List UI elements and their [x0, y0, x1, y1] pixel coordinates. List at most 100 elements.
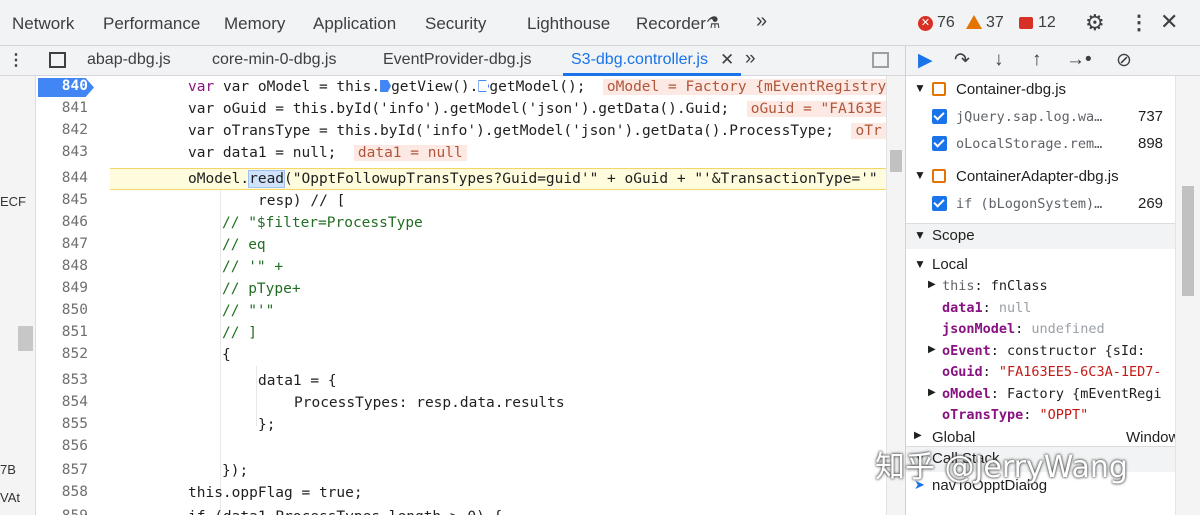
- code-line-847[interactable]: // eq: [222, 234, 266, 256]
- scope-variable[interactable]: jsonModel: undefined: [906, 318, 1181, 339]
- line-number[interactable]: 854: [38, 394, 88, 410]
- more-files-icon[interactable]: »: [745, 48, 756, 70]
- line-number[interactable]: 841: [38, 100, 88, 116]
- step-icon[interactable]: →•: [1066, 49, 1092, 71]
- expand-arrow-icon[interactable]: ▼: [914, 168, 926, 182]
- collapse-arrow-icon[interactable]: ▼: [914, 228, 926, 242]
- breakpoint-inline-icon[interactable]: [380, 80, 392, 92]
- code-line-841[interactable]: var oGuid = this.byId('info').getModel('…: [188, 98, 886, 120]
- line-number[interactable]: 858: [38, 484, 88, 500]
- line-number[interactable]: 851: [38, 324, 88, 340]
- settings-gear-icon[interactable]: ⚙: [1085, 10, 1105, 36]
- expand-arrow-icon[interactable]: ▶: [928, 279, 936, 290]
- code-line-845[interactable]: resp) // [: [258, 190, 345, 212]
- file-tab-eventprovider[interactable]: EventProvider-dbg.js: [383, 51, 532, 69]
- file-tab-abap[interactable]: abap-dbg.js: [87, 51, 171, 69]
- scope-variable[interactable]: ▶ oEvent: constructor {sId:: [906, 340, 1181, 361]
- line-number[interactable]: 859: [38, 508, 88, 515]
- tab-performance[interactable]: Performance: [103, 14, 200, 34]
- more-options-icon[interactable]: ⋮: [1129, 10, 1149, 35]
- code-line-849[interactable]: // pType+: [222, 278, 301, 300]
- breakpoint-inline-icon[interactable]: [478, 80, 490, 92]
- scope-variable[interactable]: data1: null: [906, 297, 1181, 318]
- scope-section-header[interactable]: ▼ Scope: [906, 223, 1181, 249]
- code-line-846[interactable]: // "$filter=ProcessType: [222, 212, 423, 234]
- breakpoint-checkbox[interactable]: [932, 136, 947, 151]
- scope-variable[interactable]: ▶ oModel: Factory {mEventRegi: [906, 383, 1181, 404]
- code-line-858[interactable]: this.oppFlag = true;: [188, 482, 363, 504]
- expand-arrow-icon[interactable]: ▶: [914, 430, 922, 441]
- code-line-852[interactable]: {: [222, 344, 231, 366]
- scope-variable[interactable]: ▶ this: fnClass: [906, 275, 1181, 296]
- tab-memory[interactable]: Memory: [224, 14, 285, 34]
- code-line-840[interactable]: var var oModel = this. getView(). getModel…: [188, 76, 905, 98]
- tab-recorder[interactable]: Recorder: [636, 14, 706, 34]
- deactivate-breakpoints-icon[interactable]: ⊘: [1116, 49, 1132, 72]
- file-tab-core-min[interactable]: core-min-0-dbg.js: [212, 51, 336, 69]
- step-over-icon[interactable]: ↷: [954, 49, 970, 72]
- toggle-navigator-icon[interactable]: [49, 52, 66, 68]
- line-number[interactable]: 853: [38, 372, 88, 388]
- error-count[interactable]: 76: [937, 14, 955, 32]
- line-number[interactable]: 848: [38, 258, 88, 274]
- file-tab-s3-controller[interactable]: S3-dbg.controller.js: [571, 51, 708, 69]
- tab-lighthouse[interactable]: Lighthouse: [527, 14, 610, 34]
- code-line-843[interactable]: var data1 = null; data1 = null: [188, 142, 467, 164]
- breakpoint-file-group[interactable]: ▼ ContainerAdapter-dbg.js: [906, 165, 1181, 189]
- line-number[interactable]: 847: [38, 236, 88, 252]
- resume-icon[interactable]: ▶: [918, 49, 933, 72]
- navigator-menu-icon[interactable]: ⋮: [8, 50, 24, 70]
- breakpoint-checkbox[interactable]: [932, 109, 947, 124]
- code-line-855[interactable]: };: [258, 414, 275, 436]
- code-line-844[interactable]: oModel.read("OpptFollowupTransTypes?Guid…: [188, 168, 878, 190]
- more-tabs-button[interactable]: »: [756, 10, 767, 33]
- line-number[interactable]: 850: [38, 302, 88, 318]
- line-number[interactable]: 849: [38, 280, 88, 296]
- breakpoint-checkbox[interactable]: [932, 196, 947, 211]
- line-number[interactable]: 845: [38, 192, 88, 208]
- issue-count[interactable]: 12: [1038, 14, 1056, 32]
- code-line-851[interactable]: // ]: [222, 322, 257, 344]
- tab-security[interactable]: Security: [425, 14, 486, 34]
- line-number[interactable]: 857: [38, 462, 88, 478]
- scope-variable[interactable]: oGuid: "FA163EE5-6C3A-1ED7-: [906, 361, 1181, 382]
- code-line-848[interactable]: // '" +: [222, 256, 283, 278]
- code-line-854[interactable]: ProcessTypes: resp.data.results: [294, 392, 565, 414]
- code-line-842[interactable]: var oTransType = this.byId('info').getMo…: [188, 120, 886, 142]
- line-number[interactable]: 852: [38, 346, 88, 362]
- line-number[interactable]: 846: [38, 214, 88, 230]
- issue-icon: [1019, 17, 1033, 29]
- tab-network[interactable]: Network: [12, 14, 74, 34]
- breakpoint-item[interactable]: oLocalStorage.rem… 898: [906, 132, 1181, 156]
- code-editor[interactable]: ECF 7B VAt var var oModel = this. getView…: [0, 76, 905, 515]
- local-scope-header[interactable]: ▼ Local: [906, 253, 1181, 277]
- global-scope-header[interactable]: ▶ Global Window: [906, 426, 1181, 444]
- line-number[interactable]: 844: [38, 170, 88, 186]
- breakpoint-file-group[interactable]: ▼ Container-dbg.js: [906, 78, 1181, 102]
- code-line-859[interactable]: if (data1.ProcessTypes.length > 0) {: [188, 506, 502, 515]
- line-number[interactable]: 840: [38, 78, 88, 94]
- toggle-debugger-sidebar-icon[interactable]: [872, 52, 889, 68]
- breakpoint-item[interactable]: jQuery.sap.log.wa… 737: [906, 105, 1181, 129]
- scope-variable[interactable]: oTransType: "OPPT": [906, 404, 1181, 425]
- line-number[interactable]: 855: [38, 416, 88, 432]
- warning-count[interactable]: 37: [986, 14, 1004, 32]
- code-line-857[interactable]: });: [222, 460, 248, 482]
- tab-application[interactable]: Application: [313, 14, 396, 34]
- line-number[interactable]: 856: [38, 438, 88, 454]
- breakpoint-item[interactable]: if (bLogonSystem)… 269: [906, 192, 1181, 216]
- scope-var-value: constructor {sId:: [1007, 342, 1146, 359]
- step-into-icon[interactable]: ↓: [994, 49, 1004, 71]
- step-out-icon[interactable]: ↑: [1032, 49, 1042, 71]
- collapse-arrow-icon[interactable]: ▼: [914, 257, 926, 271]
- close-devtools-icon[interactable]: ✕: [1160, 9, 1178, 35]
- expand-arrow-icon[interactable]: ▼: [914, 81, 926, 95]
- close-tab-icon[interactable]: ✕: [720, 50, 734, 70]
- code-line-853[interactable]: data1 = {: [258, 370, 337, 392]
- code-line-850[interactable]: // "'": [222, 300, 274, 322]
- sidebar-scrollbar[interactable]: [1175, 76, 1200, 515]
- expand-arrow-icon[interactable]: ▶: [928, 387, 936, 398]
- expand-arrow-icon[interactable]: ▶: [928, 344, 936, 355]
- line-number[interactable]: 842: [38, 122, 88, 138]
- line-number[interactable]: 843: [38, 144, 88, 160]
